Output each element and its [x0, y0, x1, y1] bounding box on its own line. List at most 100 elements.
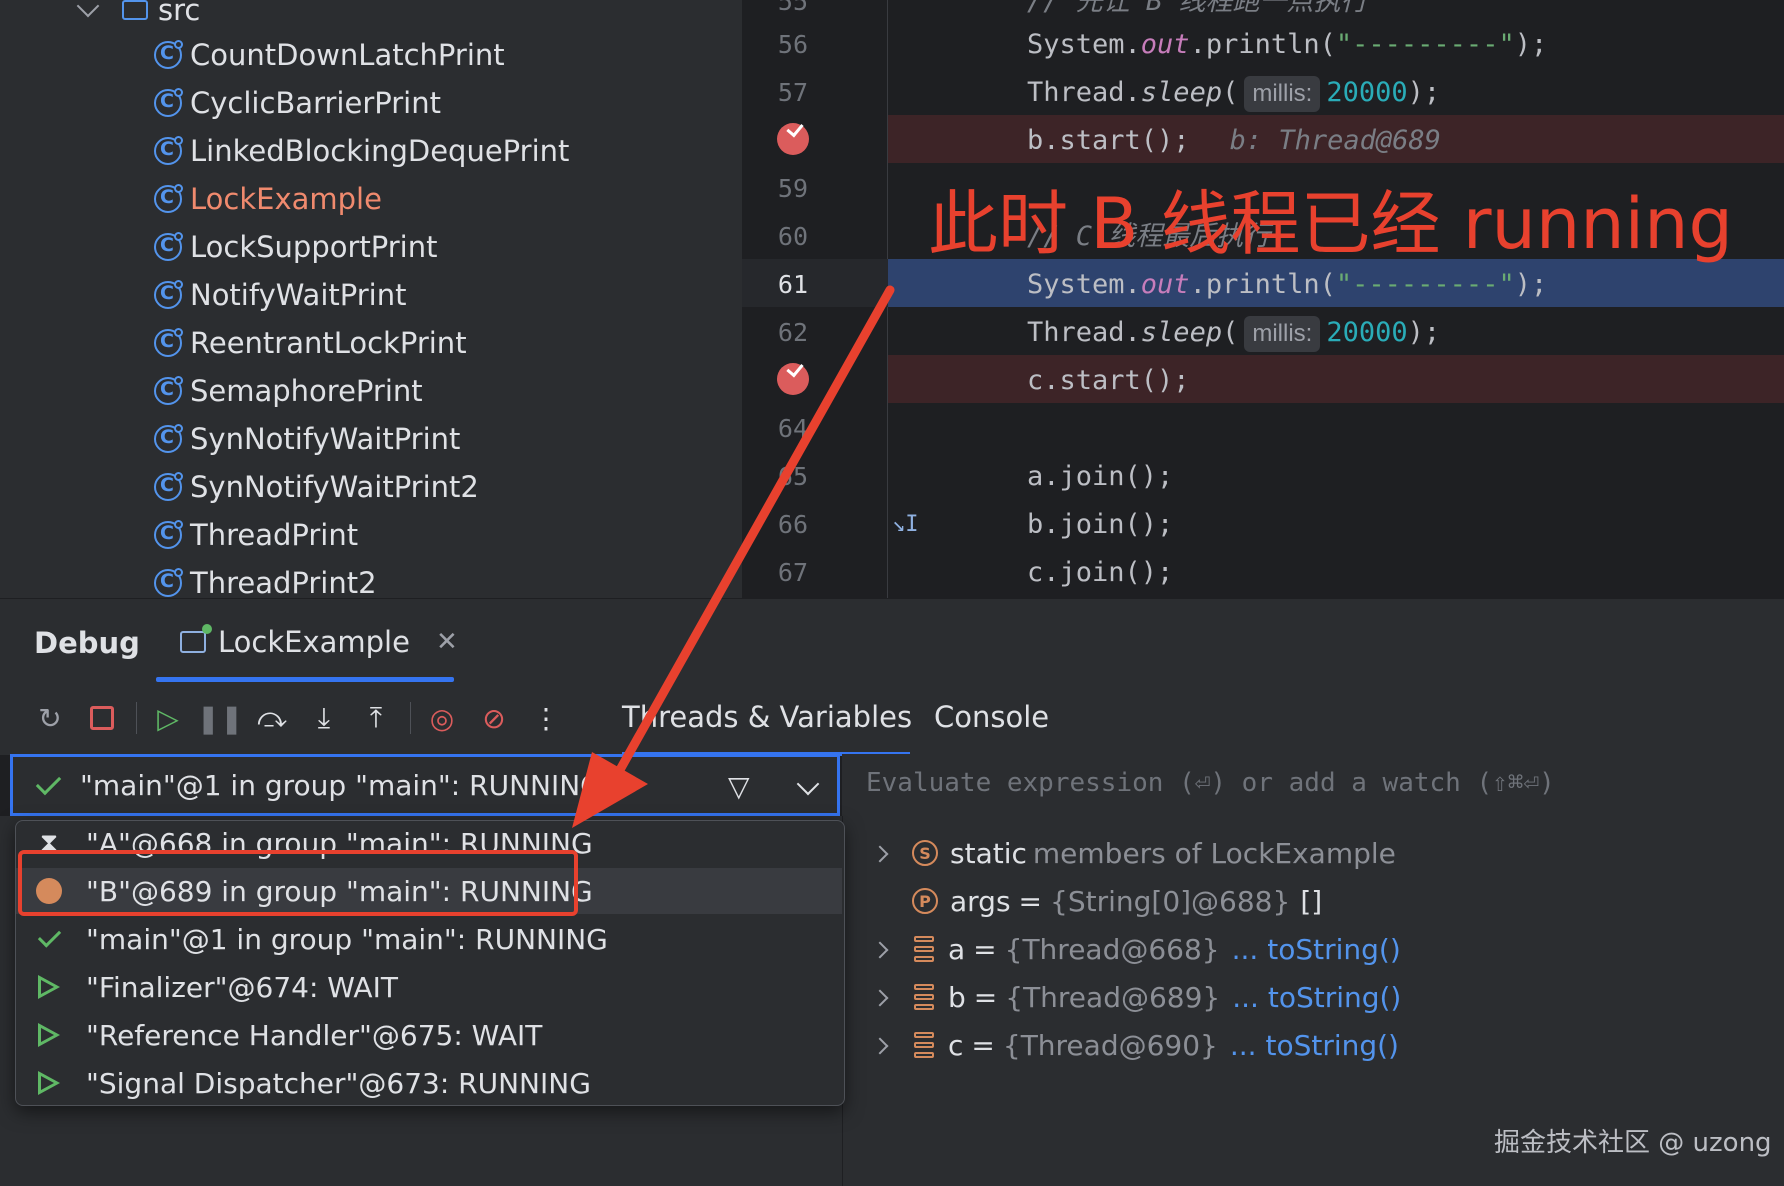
- tree-item[interactable]: CyclicBarrierPrint: [154, 79, 441, 127]
- step-over-icon[interactable]: ⤼: [252, 698, 292, 738]
- field-icon: [914, 1032, 934, 1058]
- parameter-badge-icon: P: [912, 888, 938, 914]
- class-icon: [154, 136, 183, 165]
- class-icon: [154, 520, 183, 549]
- tree-item-selected[interactable]: LockExample: [154, 175, 382, 223]
- more-options-icon[interactable]: ⋮: [526, 698, 566, 738]
- to-string-link[interactable]: ... toString(): [1232, 933, 1401, 966]
- variable-row[interactable]: P args = {String[0]@688} []: [912, 878, 1322, 924]
- toolbar-separator: [136, 702, 137, 734]
- variable-row[interactable]: b = {Thread@689} ... toString(): [914, 974, 1401, 1020]
- inline-debug-value: b: Thread@689: [1229, 125, 1441, 156]
- tree-item[interactable]: SemaphorePrint: [154, 367, 423, 415]
- thread-item[interactable]: "Reference Handler"@675: WAIT: [16, 1012, 844, 1058]
- field-icon: [914, 984, 934, 1010]
- resume-icon[interactable]: ▷: [148, 698, 188, 738]
- rerun-icon[interactable]: ↻: [30, 698, 70, 738]
- line-number: 57: [777, 78, 808, 107]
- tree-item[interactable]: ReentrantLockPrint: [154, 319, 467, 367]
- tab-console[interactable]: Console: [934, 700, 1049, 734]
- debug-session-label: LockExample: [218, 625, 410, 659]
- to-string-link[interactable]: ... toString(): [1232, 981, 1401, 1014]
- run-config-icon: [180, 624, 212, 653]
- mute-breakpoints-icon[interactable]: ⊘: [474, 698, 514, 738]
- folder-icon: [122, 0, 148, 20]
- parameter-hint: millis:: [1244, 316, 1321, 352]
- thread-item[interactable]: "Finalizer"@674: WAIT: [16, 964, 844, 1010]
- breakpoint-line-highlight: [888, 355, 1784, 403]
- stop-icon: [90, 706, 114, 730]
- code-line: c.start();: [1027, 365, 1190, 396]
- tree-item[interactable]: LockSupportPrint: [154, 223, 437, 271]
- class-icon: [154, 88, 183, 117]
- class-icon: [154, 40, 183, 69]
- tree-item[interactable]: LinkedBlockingDequePrint: [154, 127, 569, 175]
- line-number: 64: [777, 414, 808, 443]
- thread-selector[interactable]: "main"@1 in group "main": RUNNING: [10, 754, 840, 816]
- tree-item[interactable]: CountDownLatchPrint: [154, 31, 505, 79]
- line-number: 66: [777, 510, 808, 539]
- to-string-link[interactable]: ... toString(): [1230, 1029, 1399, 1062]
- tree-item-label: ReentrantLockPrint: [190, 326, 467, 360]
- watermark: 掘金技术社区 @ uzong: [1494, 1128, 1772, 1158]
- play-icon: [34, 1023, 64, 1047]
- pause-icon[interactable]: ❚❚: [197, 698, 244, 738]
- step-into-icon[interactable]: ⤓: [304, 698, 344, 738]
- annotation-text: 此时 B 线程已经 running: [928, 183, 1733, 265]
- line-number: 56: [777, 30, 808, 59]
- chevron-down-icon[interactable]: [76, 0, 100, 18]
- class-icon: [154, 328, 183, 357]
- debug-session-tab[interactable]: LockExample ✕: [180, 620, 458, 664]
- project-tree: src CountDownLatchPrint CyclicBarrierPri…: [0, 0, 742, 598]
- variable-row[interactable]: a = {Thread@668} ... toString(): [914, 926, 1401, 972]
- close-icon[interactable]: ✕: [436, 627, 458, 657]
- annotation-highlight-box: [18, 850, 578, 916]
- stop-button[interactable]: [82, 698, 122, 738]
- tree-item[interactable]: SynNotifyWaitPrint: [154, 415, 460, 463]
- check-icon: [35, 769, 62, 795]
- line-number: 67: [777, 558, 808, 587]
- tab-underline: [156, 677, 454, 682]
- parameter-hint: millis:: [1244, 76, 1321, 112]
- selected-thread-label: "main"@1 in group "main": RUNNING: [80, 768, 602, 802]
- evaluate-expression-placeholder: Evaluate expression (⏎) or add a watch (…: [866, 768, 1555, 798]
- filter-icon[interactable]: ▽: [728, 770, 750, 803]
- tree-item-label: CountDownLatchPrint: [190, 38, 505, 72]
- thread-item[interactable]: "main"@1 in group "main": RUNNING: [16, 916, 844, 962]
- class-icon: [154, 232, 183, 261]
- breakpoint-icon[interactable]: [777, 363, 809, 395]
- code-line: System.out.println("---------");: [1027, 29, 1548, 60]
- tree-item-label: SemaphorePrint: [190, 374, 423, 408]
- tree-item[interactable]: NotifyWaitPrint: [154, 271, 406, 319]
- class-icon: [154, 184, 183, 213]
- tree-item-label: CyclicBarrierPrint: [190, 86, 441, 120]
- tree-item-label: SynNotifyWaitPrint: [190, 422, 461, 456]
- view-breakpoints-icon[interactable]: ◎: [422, 698, 462, 738]
- code-line: a.join();: [1027, 461, 1174, 492]
- debug-title: Debug: [34, 626, 140, 660]
- text-cursor-icon: ↘I: [892, 512, 919, 537]
- code-line: b.start(); b: Thread@689: [1027, 125, 1441, 156]
- class-icon: [154, 376, 183, 405]
- variable-row[interactable]: c = {Thread@690} ... toString(): [914, 1022, 1399, 1068]
- thread-item[interactable]: "Signal Dispatcher"@673: RUNNING: [16, 1060, 844, 1106]
- tree-item-label: ThreadPrint2: [190, 566, 377, 598]
- tree-item[interactable]: SynNotifyWaitPrint2: [154, 463, 479, 511]
- line-number: 65: [777, 462, 808, 491]
- tree-item-label: LockExample: [190, 182, 382, 216]
- tab-threads-variables[interactable]: Threads & Variables: [622, 700, 912, 734]
- class-icon: [154, 472, 183, 501]
- tree-item-label: NotifyWaitPrint: [190, 278, 407, 312]
- tree-item[interactable]: ThreadPrint2: [154, 559, 377, 598]
- tree-item[interactable]: ThreadPrint: [154, 511, 358, 559]
- code-line: c.join();: [1027, 557, 1174, 588]
- tree-item-label: ThreadPrint: [190, 518, 359, 552]
- toolbar-separator: [410, 702, 411, 734]
- breakpoint-icon[interactable]: [777, 123, 809, 155]
- line-number: 62: [777, 318, 808, 347]
- variable-row[interactable]: S static members of LockExample: [912, 830, 1396, 876]
- class-icon: [154, 280, 183, 309]
- step-out-icon[interactable]: ⤒: [356, 698, 396, 738]
- field-icon: [914, 936, 934, 962]
- tree-folder-src[interactable]: src: [76, 0, 200, 34]
